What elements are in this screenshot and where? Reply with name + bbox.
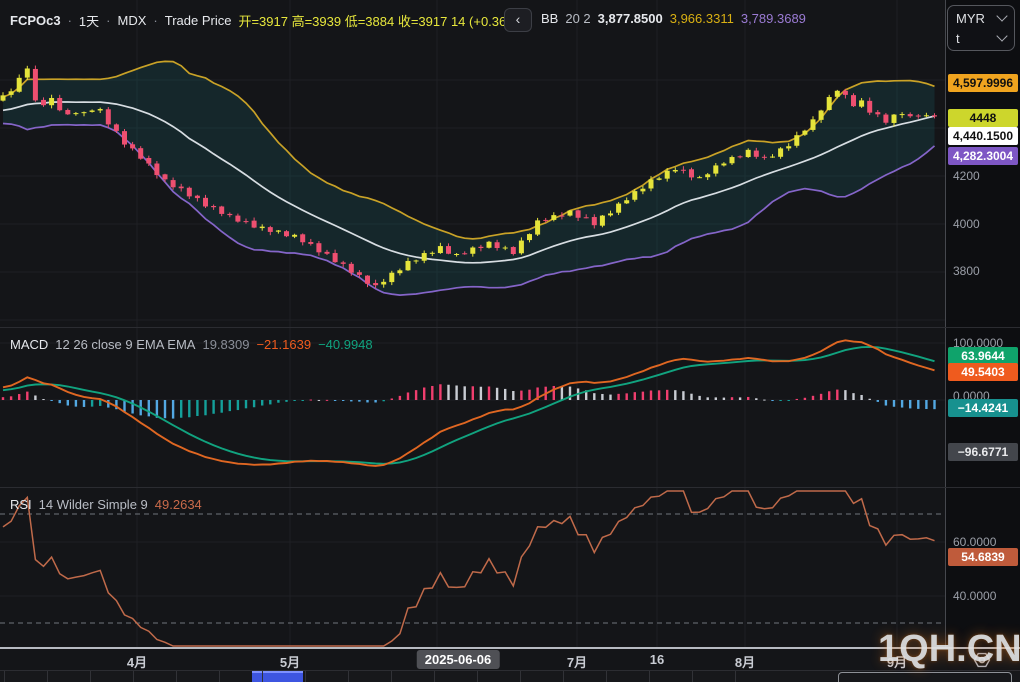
time-tick-label: 9月 [887, 652, 907, 671]
axis-value-badge: 49.5403 [948, 363, 1018, 381]
legend-collapse-button[interactable]: ‹ [504, 8, 532, 32]
axis-value-badge: −14.4241 [948, 399, 1018, 417]
axis-tick-label: 3800 [953, 264, 980, 278]
axis-tick-label: 4200 [953, 169, 980, 183]
trading-app: FCPOc3 · 1天 · MDX · Trade Price 开=3917 高… [0, 0, 1020, 682]
scrollbar-segment-divider [90, 671, 91, 682]
time-axis[interactable]: 4月 5月 2025-06-06 7月 16 8月 9月 [0, 649, 1020, 670]
scrollbar-segment-divider [520, 671, 521, 682]
scrollbar-segment-divider [262, 671, 263, 682]
axis-tick-label: 40.0000 [953, 589, 996, 603]
time-tick-label: 8月 [735, 652, 755, 671]
scrollbar-thumb[interactable] [252, 671, 303, 682]
currency-dropdown[interactable]: MYR [956, 11, 1006, 26]
time-tick-label: 16 [650, 652, 664, 667]
axis-value-badge: 4448 [948, 109, 1018, 127]
axis-value-badge: 4,282.3004 [948, 147, 1018, 165]
main-chart-canvas[interactable] [0, 0, 945, 682]
pane-divider[interactable] [0, 487, 1020, 488]
axis-settings-icon[interactable] [972, 650, 992, 670]
scrollbar-segment-divider [563, 671, 564, 682]
axis-value-badge: 4,440.1500 [948, 127, 1018, 145]
highlighted-date-label: 2025-06-06 [417, 650, 500, 669]
unit-dropdown[interactable]: t [956, 31, 1006, 46]
currency-unit-selector: MYR t [947, 5, 1015, 51]
scrollbar-segment-divider [606, 671, 607, 682]
chevron-down-icon [996, 30, 1007, 41]
price-axis[interactable]: 420040003800100.00000.000060.000040.0000… [945, 0, 1020, 670]
scrollbar-segment-divider [348, 671, 349, 682]
scrollbar-segment-divider [219, 671, 220, 682]
axis-tick-label: 60.0000 [953, 535, 996, 549]
axis-tick-label: 4000 [953, 217, 980, 231]
axis-value-badge: 4,597.9996 [948, 74, 1018, 92]
scrollbar-segment-divider [735, 671, 736, 682]
chevron-down-icon [996, 10, 1007, 21]
time-tick-label: 4月 [127, 652, 147, 671]
scrollbar-segment-divider [47, 671, 48, 682]
range-selector-box[interactable] [838, 672, 1012, 682]
scrollbar-segment-divider [4, 671, 5, 682]
scrollbar-segment-divider [391, 671, 392, 682]
scrollbar-segment-divider [477, 671, 478, 682]
scrollbar-segment-divider [133, 671, 134, 682]
scrollbar-segment-divider [434, 671, 435, 682]
pane-divider[interactable] [0, 327, 1020, 328]
time-tick-label: 5月 [280, 652, 300, 671]
time-tick-label: 7月 [567, 652, 587, 671]
scrollbar-segment-divider [305, 671, 306, 682]
axis-value-badge: 54.6839 [948, 548, 1018, 566]
scrollbar-segment-divider [692, 671, 693, 682]
scrollbar-segment-divider [649, 671, 650, 682]
scrollbar-segment-divider [176, 671, 177, 682]
chart-scrollbar[interactable] [0, 670, 1020, 682]
axis-value-badge: −96.6771 [948, 443, 1018, 461]
